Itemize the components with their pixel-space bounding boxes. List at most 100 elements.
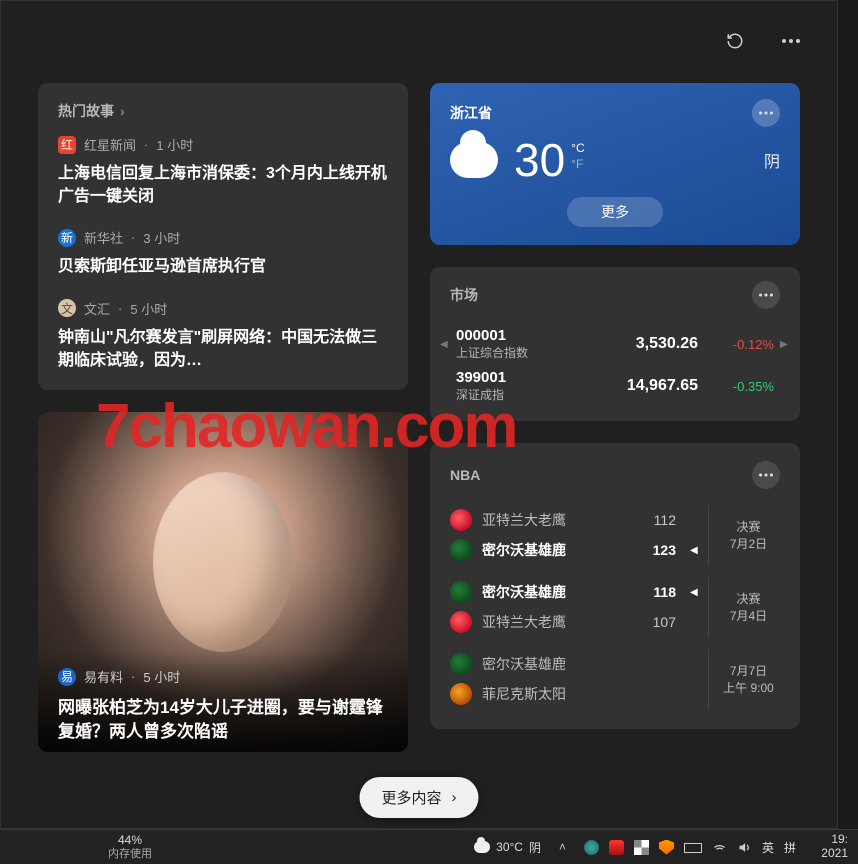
weather-expand-button[interactable]: 更多 (567, 197, 663, 227)
game-stage: 7月7日 (730, 662, 767, 679)
featured-story-card[interactable]: 易 易有料 · 5 小时 网曝张柏芝为14岁大儿子进圈，要与谢霆锋复婚？两人曾多… (38, 412, 408, 752)
winner-icon: ◀ (690, 545, 700, 556)
market-price: 3,530.26 (582, 335, 698, 353)
game-date: 上午 9:00 (723, 679, 774, 696)
team-name: 密尔沃基雄鹿 (482, 654, 624, 674)
weather-card: 浙江省 30 °C °F (430, 83, 800, 245)
source-badge-icon: 文 (58, 299, 76, 317)
memory-label: 内存使用 (108, 848, 152, 861)
team-name: 亚特兰大老鹰 (482, 612, 624, 632)
chevron-right-icon: › (452, 789, 457, 806)
tray-app-icon[interactable] (584, 840, 599, 855)
wifi-icon[interactable] (712, 840, 727, 855)
team-name: 密尔沃基雄鹿 (482, 582, 624, 602)
photo-placeholder (153, 472, 293, 652)
story-title: 贝索斯卸任亚马逊首席执行官 (58, 255, 388, 278)
story-source: 新华社 (84, 228, 123, 247)
tray-app-icon[interactable] (609, 840, 624, 855)
team-logo-icon (450, 683, 472, 705)
more-icon (759, 293, 773, 297)
markets-more-button[interactable] (752, 281, 780, 309)
taskbar-weather[interactable]: 30°C 阴 (464, 839, 551, 856)
market-row[interactable]: ◀ 000001 上证综合指数 3,530.26 -0.12% ▶ (440, 323, 790, 365)
team-logo-icon (450, 509, 472, 531)
story-time: 1 小时 (156, 135, 193, 154)
team-name: 亚特兰大老鹰 (482, 510, 624, 530)
weather-condition: 阴 (764, 148, 780, 172)
weather-location: 浙江省 (450, 103, 492, 123)
team-name: 菲尼克斯太阳 (482, 684, 624, 704)
winner-icon: ◀ (690, 587, 700, 598)
memory-percent: 44% (118, 834, 142, 848)
team-logo-icon (450, 581, 472, 603)
game-date: 7月4日 (730, 607, 767, 624)
weather-more-button[interactable] (752, 99, 780, 127)
market-code: 000001 (456, 327, 576, 344)
story-title: 上海电信回复上海市消保委：3个月内上线开机广告一键关闭 (58, 162, 388, 208)
source-badge-icon: 新 (58, 229, 76, 247)
cloud-icon (450, 142, 498, 178)
photo-time: 5 小时 (143, 667, 180, 686)
nba-game[interactable]: 密尔沃基雄鹿 菲尼克斯太阳 7月7日 上午 9:00 (450, 647, 780, 711)
story-item[interactable]: 文 文汇 · 5 小时 钟南山"凡尔赛发言"刷屏网络：中国无法做三期临床试验，因… (58, 299, 388, 372)
source-badge-icon: 红 (58, 136, 76, 154)
nba-more-button[interactable] (752, 461, 780, 489)
ime-lang[interactable]: 英 (762, 839, 774, 856)
taskbar-tray: ˄ 英 拼 (551, 839, 804, 856)
refresh-icon (726, 32, 744, 50)
team-name: 密尔沃基雄鹿 (482, 540, 624, 560)
taskbar-memory[interactable]: 44% 内存使用 (0, 834, 260, 860)
clock-date: 2021 (804, 847, 848, 861)
hot-stories-header[interactable]: 热门故事 › (58, 101, 125, 121)
taskbar-clock[interactable]: 19: 2021 (804, 833, 858, 861)
prev-icon[interactable]: ◀ (440, 339, 450, 350)
taskbar-cond: 阴 (529, 839, 541, 856)
panel-more-button[interactable] (775, 25, 807, 57)
hot-stories-card: 热门故事 › 红 红星新闻 · 1 小时 上海电信回复上海市消保委：3个月内上线… (38, 83, 408, 390)
battery-icon[interactable] (684, 843, 702, 853)
story-item[interactable]: 红 红星新闻 · 1 小时 上海电信回复上海市消保委：3个月内上线开机广告一键关… (58, 135, 388, 208)
nba-title: NBA (450, 467, 480, 483)
temperature: 30 °C °F (514, 137, 585, 183)
hot-stories-title: 热门故事 (58, 101, 114, 121)
refresh-button[interactable] (719, 25, 751, 57)
tray-app-icon[interactable] (634, 840, 649, 855)
ime-mode[interactable]: 拼 (784, 839, 796, 856)
game-stage: 决赛 (736, 518, 760, 535)
game-date: 7月2日 (730, 535, 767, 552)
markets-title: 市场 (450, 285, 478, 305)
chevron-right-icon: › (120, 103, 125, 119)
team-score: 123 (634, 542, 676, 558)
next-icon[interactable]: ▶ (780, 339, 790, 350)
volume-icon[interactable] (737, 840, 752, 855)
game-stage: 决赛 (736, 590, 760, 607)
unit-fahrenheit[interactable]: °F (571, 157, 584, 171)
nba-game[interactable]: 密尔沃基雄鹿 118 ◀ 亚特兰大老鹰 107 (450, 575, 780, 639)
market-price: 14,967.65 (582, 377, 698, 395)
market-change: -0.12% (704, 337, 774, 352)
more-icon (759, 111, 773, 115)
chevron-up-icon[interactable]: ˄ (559, 840, 574, 855)
story-source: 文汇 (84, 299, 110, 318)
team-score: 118 (634, 584, 676, 600)
story-item[interactable]: 新 新华社 · 3 小时 贝索斯卸任亚马逊首席执行官 (58, 228, 388, 278)
story-source: 红星新闻 (84, 135, 136, 154)
unit-celsius[interactable]: °C (571, 141, 584, 155)
photo-source: 易有料 (84, 667, 123, 686)
topbar (25, 19, 813, 63)
story-title: 钟南山"凡尔赛发言"刷屏网络：中国无法做三期临床试验，因为… (58, 326, 388, 372)
taskbar: 44% 内存使用 30°C 阴 ˄ 英 拼 19: 2021 (0, 829, 858, 864)
team-score: 112 (634, 512, 676, 528)
team-score: 107 (634, 614, 676, 630)
market-row[interactable]: 399001 深证成指 14,967.65 -0.35% (440, 365, 790, 407)
more-icon (782, 39, 800, 43)
photo-title: 网曝张柏芝为14岁大儿子进圈，要与谢霆锋复婚？两人曾多次陷谣 (58, 696, 388, 744)
market-change: -0.35% (704, 379, 774, 394)
more-icon (759, 473, 773, 477)
more-content-button[interactable]: 更多内容 › (359, 777, 478, 818)
team-logo-icon (450, 611, 472, 633)
nba-game[interactable]: 亚特兰大老鹰 112 密尔沃基雄鹿 123 ◀ (450, 503, 780, 567)
nba-card: NBA 亚特兰大老鹰 112 (430, 443, 800, 729)
tray-shield-icon[interactable] (659, 840, 674, 855)
market-name: 深证成指 (456, 386, 576, 403)
